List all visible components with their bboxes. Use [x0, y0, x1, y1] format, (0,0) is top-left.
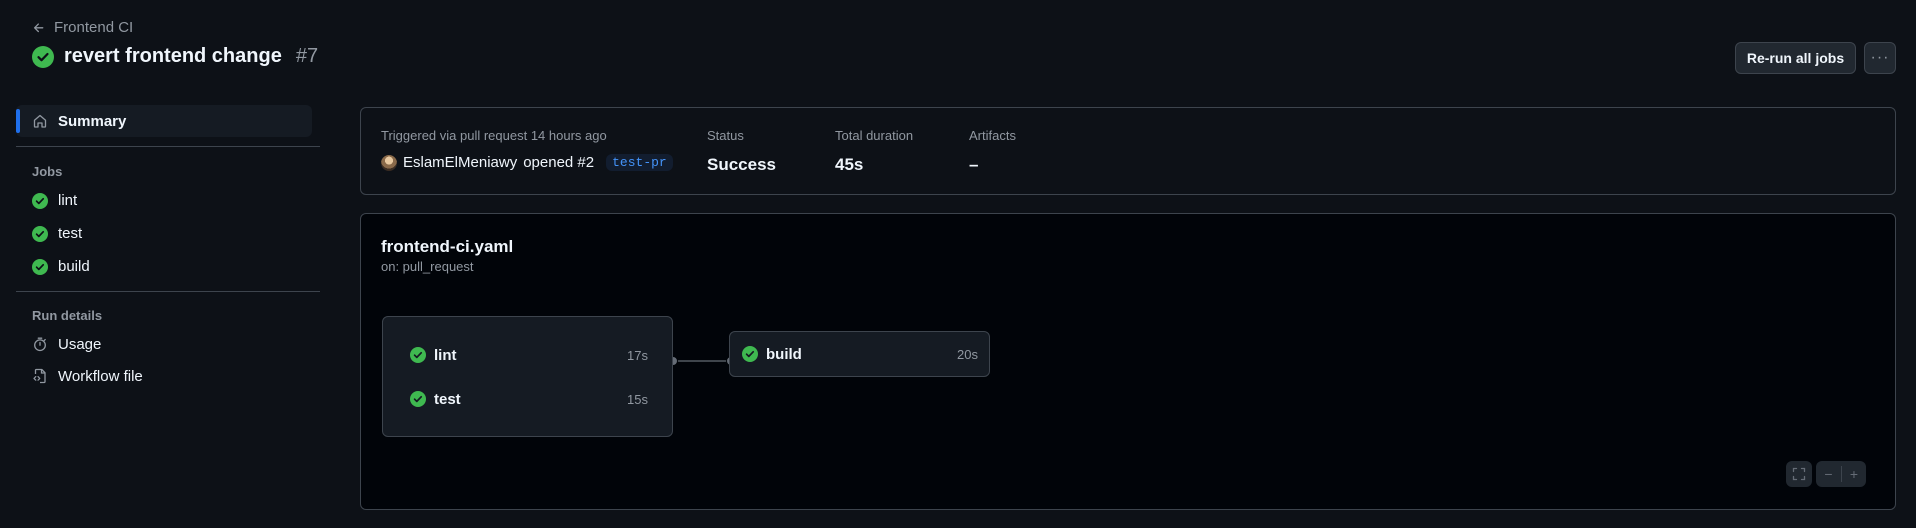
- page-title: revert frontend change #7: [32, 45, 318, 68]
- workflow-trigger: on: pull_request: [381, 259, 474, 274]
- sidebar-item-lint[interactable]: lint: [16, 184, 320, 217]
- sidebar-item-label: Summary: [58, 112, 127, 130]
- actor-link[interactable]: EslamElMeniawy: [403, 154, 517, 171]
- status-info: Status Success: [707, 128, 776, 175]
- job-connector: [673, 356, 731, 366]
- duration-label: Total duration: [835, 128, 914, 143]
- trigger-action[interactable]: opened #2: [523, 154, 594, 171]
- trigger-detail: EslamElMeniawy opened #2 test-pr: [381, 154, 673, 171]
- duration-value: 45s: [835, 155, 864, 174]
- duration-info: Total duration 45s: [835, 128, 913, 175]
- status-label: Status: [707, 128, 744, 143]
- jobs-heading: Jobs: [32, 164, 63, 179]
- rerun-all-jobs-button[interactable]: Re-run all jobs: [1735, 42, 1856, 74]
- run-title: revert frontend change: [64, 45, 282, 67]
- job-name: test: [434, 390, 461, 408]
- arrow-left-icon: [33, 22, 44, 32]
- check-circle-fill-icon: [32, 45, 54, 68]
- job-duration: 15s: [627, 391, 648, 407]
- sidebar-item-usage[interactable]: Usage: [16, 328, 320, 360]
- sidebar-item-workflow-file[interactable]: Workflow file: [16, 360, 320, 392]
- check-circle-fill-icon: [742, 346, 758, 362]
- kebab-menu-button[interactable]: ···: [1864, 42, 1896, 74]
- divider: [16, 146, 320, 147]
- job-name: lint: [434, 346, 457, 364]
- screen-full-icon: [1792, 467, 1806, 481]
- check-circle-fill-icon: [32, 258, 48, 275]
- avatar[interactable]: [381, 154, 397, 171]
- run-summary-card: Triggered via pull request 14 hours ago …: [360, 107, 1896, 195]
- job-name: build: [766, 345, 802, 363]
- sidebar-item-label: build: [58, 258, 90, 275]
- sidebar-item-test[interactable]: test: [16, 217, 320, 250]
- run-details-list: Usage Workflow file: [16, 328, 320, 392]
- zoom-in-button[interactable]: +: [1842, 466, 1866, 482]
- home-icon: [33, 114, 47, 128]
- stopwatch-icon: [34, 337, 46, 352]
- sidebar: Summary Jobs lint test build Run details: [16, 105, 320, 392]
- file-code-icon: [33, 368, 46, 384]
- artifacts-value: –: [969, 155, 979, 174]
- job-duration: 17s: [627, 347, 648, 363]
- run-number: #7: [295, 45, 319, 67]
- check-circle-fill-icon: [410, 347, 426, 363]
- sidebar-item-build[interactable]: build: [16, 250, 320, 283]
- artifacts-info: Artifacts –: [969, 128, 1016, 175]
- artifacts-label: Artifacts: [969, 128, 1016, 143]
- sidebar-item-summary[interactable]: Summary: [16, 105, 312, 137]
- status-value: Success: [707, 155, 776, 174]
- job-node-build[interactable]: build 20s: [742, 344, 978, 364]
- branch-label[interactable]: test-pr: [606, 154, 673, 171]
- run-details-heading: Run details: [32, 308, 103, 323]
- workflow-graph-card: frontend-ci.yaml on: pull_request lint 1…: [360, 213, 1896, 510]
- zoom-out-button[interactable]: −: [1816, 466, 1841, 482]
- sidebar-item-label: Usage: [58, 335, 102, 353]
- workflow-run-page: Frontend CI revert frontend change #7 Re…: [0, 0, 1916, 528]
- check-circle-fill-icon: [32, 192, 48, 209]
- divider: [16, 291, 320, 292]
- back-link-label: Frontend CI: [54, 19, 134, 36]
- job-duration: 20s: [957, 346, 978, 362]
- active-indicator: [16, 109, 20, 133]
- fullscreen-button[interactable]: [1786, 461, 1812, 487]
- trigger-info: Triggered via pull request 14 hours ago …: [381, 128, 673, 171]
- sidebar-item-label: test: [58, 225, 83, 242]
- sidebar-item-label: Workflow file: [58, 367, 143, 385]
- job-node-test[interactable]: test 15s: [410, 389, 648, 409]
- jobs-list: lint test build: [16, 184, 320, 283]
- check-circle-fill-icon: [32, 225, 48, 242]
- kebab-horizontal-icon: ···: [1870, 49, 1890, 66]
- trigger-label: Triggered via pull request 14 hours ago: [381, 128, 607, 143]
- sidebar-item-label: lint: [58, 192, 78, 209]
- back-link[interactable]: Frontend CI: [32, 19, 133, 36]
- check-circle-fill-icon: [410, 391, 426, 407]
- zoom-controls: − +: [1816, 461, 1866, 487]
- workflow-file-name: frontend-ci.yaml: [381, 237, 514, 256]
- job-group: lint 17s test 15s: [382, 316, 673, 437]
- job-node-build-container: build 20s: [729, 331, 990, 377]
- job-node-lint[interactable]: lint 17s: [410, 345, 648, 365]
